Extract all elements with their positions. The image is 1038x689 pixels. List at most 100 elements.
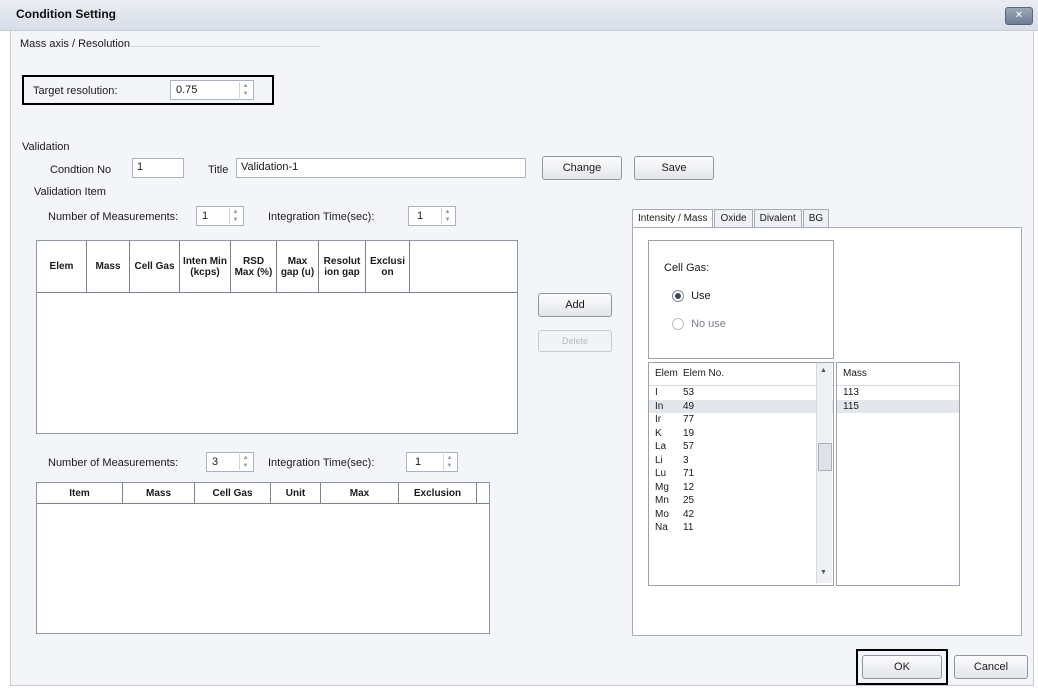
target-resolution-spinner[interactable]: 0.75 ▲ ▼ — [170, 80, 254, 100]
mass-axis-group-label: Mass axis / Resolution — [20, 38, 131, 50]
column-header: Cell Gas — [130, 241, 180, 292]
delete-button[interactable]: Delete — [538, 330, 612, 352]
spin-arrows-icon[interactable]: ▲ ▼ — [441, 208, 453, 224]
column-header: Inten Min (kcps) — [180, 241, 231, 292]
elem-number: 12 — [683, 481, 695, 493]
elem-number: 25 — [683, 495, 695, 506]
tab-bg[interactable]: BG — [802, 209, 830, 227]
radio-unselected-icon[interactable] — [672, 318, 684, 331]
element-list-scrollbar[interactable]: ▲ ▼ — [816, 363, 832, 583]
column-header: Unit — [271, 483, 321, 503]
cell-gas-use-option[interactable]: Use — [672, 290, 711, 303]
lower-num-measurements-label: Number of Measurements: — [48, 457, 179, 469]
radio-selected-icon[interactable] — [672, 290, 684, 303]
list-item[interactable]: Mn 25 — [649, 494, 833, 508]
lower-integration-time-label: Integration Time(sec): — [268, 457, 375, 469]
list-item[interactable]: La 57 — [649, 440, 833, 454]
column-header: Exclusi on — [366, 241, 410, 292]
spin-arrows-icon[interactable]: ▲ ▼ — [443, 454, 455, 470]
mass-list-header: Mass — [837, 363, 959, 386]
elem-symbol: Li — [655, 454, 663, 466]
elem-column-header: Elem — [655, 368, 678, 379]
tab-divalent[interactable]: Divalent — [753, 209, 802, 227]
list-item[interactable]: Na 11 — [649, 521, 833, 535]
target-resolution-label: Target resolution: — [33, 85, 118, 97]
elem-symbol: Mg — [655, 481, 669, 493]
cell-gas-nouse-label: No use — [691, 318, 726, 330]
column-header: Cell Gas — [195, 483, 271, 503]
upper-integration-time-value: 1 — [417, 210, 424, 222]
target-resolution-value: 0.75 — [176, 84, 198, 96]
spin-arrows-icon[interactable]: ▲ ▼ — [239, 454, 251, 470]
elem-symbol: Ir — [655, 414, 662, 425]
elem-number: 19 — [683, 427, 695, 439]
close-button[interactable]: ✕ — [1005, 7, 1033, 25]
upper-integration-time-label: Integration Time(sec): — [268, 211, 375, 223]
mass-value: 113 — [843, 387, 859, 398]
column-header: Exclusion — [399, 483, 477, 503]
scroll-thumb[interactable] — [818, 443, 832, 471]
lower-num-measurements-value: 3 — [212, 456, 219, 468]
list-item[interactable]: Mg 12 — [649, 481, 833, 495]
elem-number: 11 — [683, 522, 694, 533]
list-item[interactable]: Li 3 — [649, 454, 833, 468]
tab-intensity-mass[interactable]: Intensity / Mass — [632, 209, 714, 227]
condition-no-field[interactable]: 1 — [132, 158, 184, 178]
column-header: Item — [37, 483, 123, 503]
elem-number: 49 — [683, 400, 695, 412]
close-icon: ✕ — [1014, 10, 1024, 21]
group-divider — [130, 46, 320, 47]
column-header: Elem — [37, 241, 87, 292]
column-header: Max gap (u) — [277, 241, 319, 292]
cancel-button[interactable]: Cancel — [954, 655, 1028, 679]
cell-gas-use-label: Use — [691, 290, 711, 302]
elem-symbol: Na — [655, 522, 668, 533]
list-item[interactable]: Mo 42 — [649, 508, 833, 522]
tab-strip: Intensity / Mass Oxide Divalent BG — [632, 209, 830, 227]
elem-number: 77 — [683, 414, 695, 425]
elem-symbol: Mn — [655, 495, 669, 506]
lower-items-grid[interactable]: Item Mass Cell Gas Unit Max Exclusion — [36, 482, 490, 634]
upper-num-measurements-label: Number of Measurements: — [48, 211, 179, 223]
list-item[interactable]: In 49 — [649, 399, 833, 413]
tab-oxide[interactable]: Oxide — [714, 209, 753, 227]
list-item[interactable]: I 53 — [649, 386, 833, 400]
spin-arrows-icon[interactable]: ▲ ▼ — [239, 82, 251, 98]
lower-num-measurements-spinner[interactable]: 3 ▲ ▼ — [206, 452, 254, 472]
scroll-down-icon[interactable]: ▼ — [820, 569, 827, 576]
spin-arrows-icon[interactable]: ▲ ▼ — [229, 208, 241, 224]
upper-num-measurements-value: 1 — [202, 210, 209, 222]
title-bar: Condition Setting ✕ — [0, 0, 1038, 31]
grid-header: Elem Mass Cell Gas Inten Min (kcps) RSD … — [37, 241, 517, 293]
elem-number: 71 — [683, 468, 695, 479]
elem-symbol: K — [655, 427, 662, 439]
save-button[interactable]: Save — [634, 156, 714, 180]
elem-symbol: Mo — [655, 508, 669, 520]
title-field[interactable]: Validation-1 — [236, 158, 526, 178]
list-item[interactable]: 113 — [837, 386, 959, 400]
elem-number: 53 — [683, 387, 695, 398]
upper-integration-time-spinner[interactable]: 1 ▲ ▼ — [408, 206, 456, 226]
scroll-up-icon[interactable]: ▲ — [820, 367, 827, 374]
list-item[interactable]: 115 — [837, 399, 959, 413]
element-list[interactable]: Elem Elem No. I 53 In 49 Ir 77 K 19 La 57 Li 3… — [648, 362, 834, 586]
list-item[interactable]: Ir 77 — [649, 413, 833, 427]
mass-list[interactable]: Mass 113 115 — [836, 362, 960, 586]
mass-column-header: Mass — [843, 368, 867, 379]
change-button[interactable]: Change — [542, 156, 622, 180]
cell-gas-nouse-option[interactable]: No use — [672, 318, 726, 331]
elem-symbol: I — [655, 387, 658, 398]
grid-header: Item Mass Cell Gas Unit Max Exclusion — [37, 483, 489, 504]
lower-integration-time-spinner[interactable]: 1 ▲ ▼ — [406, 452, 458, 472]
elem-number: 42 — [683, 508, 695, 520]
add-button[interactable]: Add — [538, 293, 612, 317]
upper-num-measurements-spinner[interactable]: 1 ▲ ▼ — [196, 206, 244, 226]
list-item[interactable]: K 19 — [649, 427, 833, 441]
elem-number: 3 — [683, 454, 689, 466]
ok-button[interactable]: OK — [862, 655, 942, 679]
title-label: Title — [208, 164, 229, 176]
column-header: RSD Max (%) — [231, 241, 277, 292]
list-item[interactable]: Lu 71 — [649, 467, 833, 481]
elem-symbol: La — [655, 441, 667, 452]
validation-items-grid[interactable]: Elem Mass Cell Gas Inten Min (kcps) RSD … — [36, 240, 518, 434]
